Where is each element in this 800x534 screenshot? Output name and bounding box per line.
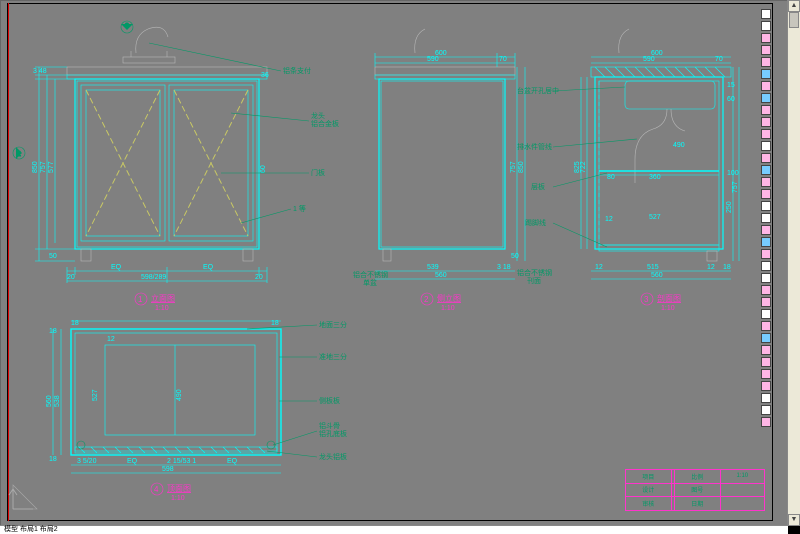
dim-360: 360 <box>649 174 661 181</box>
dim-60c: 60 <box>727 96 735 103</box>
co-top1: 地面三分 <box>319 320 347 329</box>
dim-560p: 560 <box>46 395 53 407</box>
dim-3-48: 3 48 <box>33 68 47 75</box>
co-top2: 准地三分 <box>319 352 347 361</box>
dim-850s: 850 <box>518 161 525 173</box>
callout-panel-b: 铝合金板 <box>311 119 339 128</box>
co-sink: 台盆开孔居中 <box>517 86 559 95</box>
dim-eq-2: EQ <box>203 264 214 271</box>
dim-590: 590 <box>427 56 439 63</box>
dim-20l: 20 <box>67 274 75 281</box>
co-floor: 踢脚线 <box>525 218 546 227</box>
dim-3520: 3 5/20 <box>77 458 97 465</box>
callout-tag: 1 等 <box>293 204 306 213</box>
dim-598p: 598 <box>162 466 174 473</box>
dim-eq-1: EQ <box>111 264 122 271</box>
co-side: 侧板板 <box>319 396 340 405</box>
sec-title: 剖面图 <box>657 293 681 303</box>
dim-757: 757 <box>40 161 47 173</box>
callout-door: 门板 <box>311 168 325 177</box>
svg-text:18: 18 <box>723 264 731 271</box>
dim-eq-p2: EQ <box>227 458 238 465</box>
plan-scale: 1:10 <box>171 495 185 502</box>
dim-50s: 50 <box>511 253 519 260</box>
front-scale: 1:10 <box>155 305 169 312</box>
view-front-elevation: 850 757 577 3 48 50 60 36 EQ EQ 20 20 59… <box>31 23 321 313</box>
front-title: 立面图 <box>151 293 175 303</box>
layout-tabs: 模型 布局1 布局2 <box>4 526 58 533</box>
dim-538p: 538 <box>54 395 61 407</box>
dim-598: 598/289 <box>141 274 166 281</box>
dim-21553: 2 15/53 1 <box>167 458 196 465</box>
callout-panel-a: 龙头 <box>311 111 325 120</box>
svg-text:铝合不锈钢: 铝合不锈钢 <box>517 268 552 277</box>
dim-560c: 560 <box>651 272 663 279</box>
dim-eq-p1: EQ <box>127 458 138 465</box>
dim-527: 527 <box>649 214 661 221</box>
svg-text:刊面: 刊面 <box>527 277 541 285</box>
app-frame: 850 757 577 3 48 50 60 36 EQ EQ 20 20 59… <box>0 0 800 534</box>
side-cap2: 单盆 <box>363 278 377 287</box>
dim-1218: 12 <box>707 264 715 271</box>
plan-mark: 4 <box>154 485 159 494</box>
plan-title: 顶面图 <box>167 484 191 493</box>
dim-539: 539 <box>427 264 439 271</box>
dim-20r: 20 <box>255 274 263 281</box>
scroll-down-arrow[interactable]: ▼ <box>788 514 800 526</box>
dim-12p: 12 <box>107 336 115 343</box>
right-tool-palette[interactable] <box>761 7 773 501</box>
side-cap1: 铝合不锈钢 <box>353 270 388 279</box>
dim-15: 15 <box>727 82 735 89</box>
dim-100: 100 <box>727 170 739 177</box>
side-mark: 2 <box>424 295 429 304</box>
dim-757c: 757 <box>732 181 739 193</box>
dim-18v: 18 <box>49 328 57 335</box>
dim-70: 70 <box>499 56 507 63</box>
sheet-margin-left <box>8 3 9 521</box>
co-bot2: 龙头铝板 <box>319 452 347 461</box>
view-section: 600 590 70 825 722 757 250 15 60 100 490… <box>577 23 777 313</box>
dim-490: 490 <box>673 142 685 149</box>
dim-80: 80 <box>607 174 615 181</box>
dim-850: 850 <box>32 161 39 173</box>
vertical-scrollbar[interactable]: ▲ ▼ <box>787 0 800 526</box>
dim-577: 577 <box>48 161 55 173</box>
svg-text:铝斗骨: 铝斗骨 <box>319 421 340 430</box>
dim-250: 250 <box>726 201 733 213</box>
side-scale: 1:10 <box>441 305 455 312</box>
co-pipe: 排水件管线 <box>517 142 552 151</box>
scroll-up-arrow[interactable]: ▲ <box>788 0 800 12</box>
callout-top: 铝条支付 <box>283 66 311 75</box>
scroll-thumb[interactable] <box>789 12 799 28</box>
ucs-icon <box>11 483 39 511</box>
dim-318: 3 18 <box>497 264 511 271</box>
side-title: 侧立图 <box>437 293 461 303</box>
dim-527p: 527 <box>92 389 99 401</box>
svg-text:铝孔底板: 铝孔底板 <box>319 429 347 438</box>
dim-12b: 12 <box>595 264 603 271</box>
dim-560: 560 <box>435 272 447 279</box>
dim-18v2: 18 <box>49 456 57 463</box>
dim-757s: 757 <box>510 161 517 173</box>
co-shelf: 层板 <box>531 182 545 191</box>
drawing-canvas[interactable]: 850 757 577 3 48 50 60 36 EQ EQ 20 20 59… <box>0 0 788 526</box>
view-plan: 18 18 560 538 18 18 527 490 12 3 5/20 EQ… <box>47 317 387 517</box>
dim-515: 515 <box>647 264 659 271</box>
dim-50: 50 <box>49 253 57 260</box>
sec-scale: 1:10 <box>661 305 675 312</box>
sec-mark: 3 <box>644 295 649 304</box>
command-line[interactable]: 模型 布局1 布局2 <box>0 525 788 534</box>
front-mark: 1 <box>138 295 143 304</box>
dim-12: 12 <box>605 216 613 223</box>
svg-text:2: 2 <box>17 151 21 158</box>
dim-36: 36 <box>261 72 269 79</box>
dim-60-811: 60 <box>260 165 267 173</box>
title-block: 项目比例1:10 设计图号 审核日期 <box>625 469 765 511</box>
dim-722: 722 <box>580 161 587 173</box>
dim-490p: 490 <box>176 389 183 401</box>
svg-text:3: 3 <box>125 23 129 30</box>
